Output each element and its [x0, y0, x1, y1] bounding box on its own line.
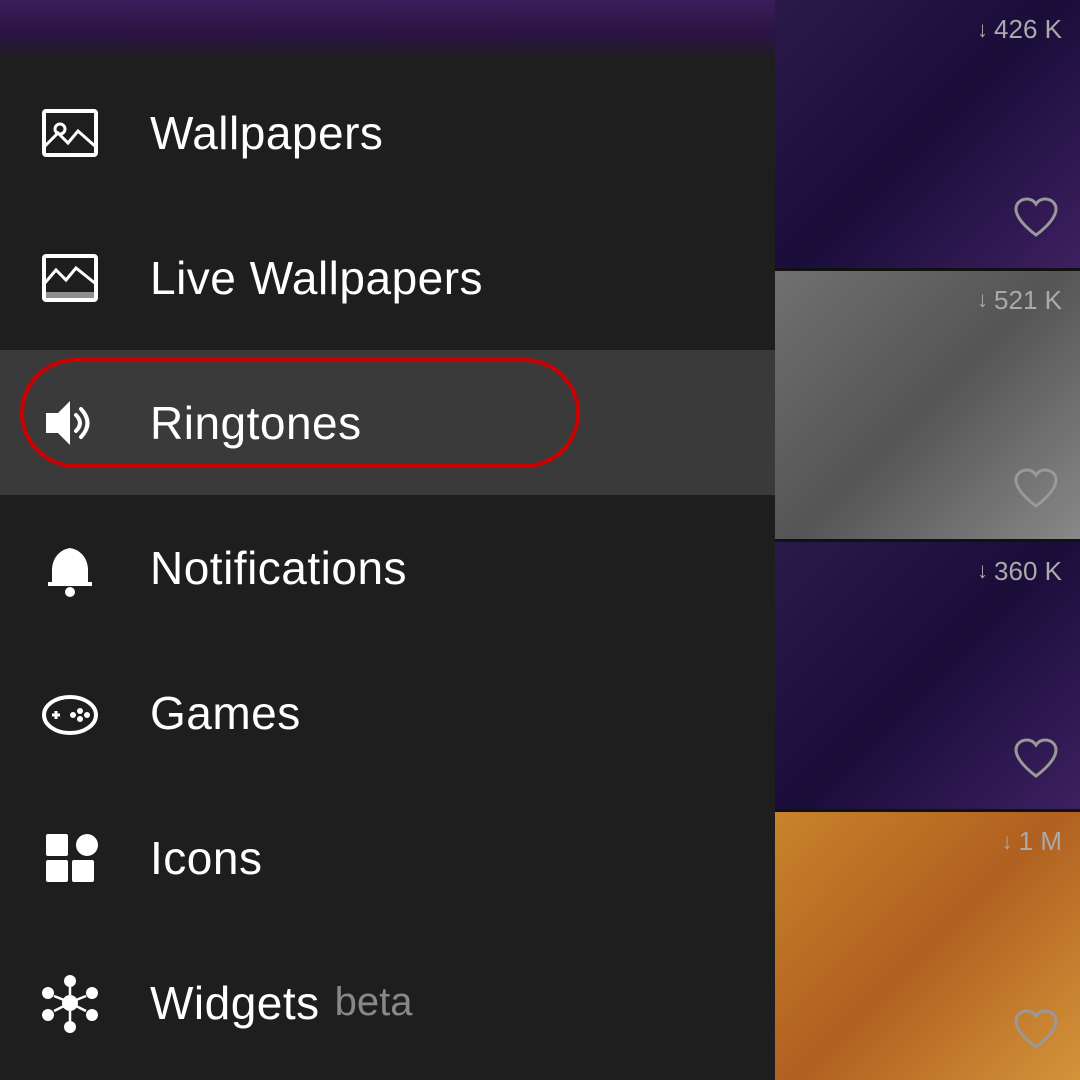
sidebar-item-games[interactable]: Games: [0, 640, 775, 785]
content-panel: ↓ 426 K ↓ 521 K: [775, 0, 1080, 1080]
menu-panel: Wallpapers Live Wallpapers: [0, 0, 775, 1080]
games-label: Games: [150, 686, 301, 740]
download-count-1: ↓ 426 K: [977, 14, 1062, 45]
games-icon: [40, 683, 120, 743]
ringtones-label: Ringtones: [150, 396, 362, 450]
sidebar-item-notifications[interactable]: Notifications: [0, 495, 775, 640]
live-wallpapers-label: Live Wallpapers: [150, 251, 483, 305]
download-count-3: ↓ 360 K: [977, 556, 1062, 587]
sidebar-item-wallpapers[interactable]: Wallpapers: [0, 60, 775, 205]
menu-top-background: [0, 0, 775, 60]
heart-icon-4[interactable]: [1010, 1005, 1062, 1062]
wallpapers-label: Wallpapers: [150, 106, 383, 160]
download-arrow-3: ↓: [977, 558, 988, 584]
notifications-label: Notifications: [150, 541, 407, 595]
menu-items-list: Wallpapers Live Wallpapers: [0, 60, 775, 1080]
download-count-2: ↓ 521 K: [977, 285, 1062, 316]
widgets-beta-badge: beta: [335, 980, 413, 1025]
sidebar-item-widgets[interactable]: Widgets beta: [0, 930, 775, 1075]
sidebar-item-icons[interactable]: Icons: [0, 785, 775, 930]
widgets-icon: [40, 973, 120, 1033]
sidebar-item-ringtones[interactable]: Ringtones: [0, 350, 775, 495]
download-arrow-1: ↓: [977, 17, 988, 43]
content-card-2[interactable]: ↓ 521 K: [775, 271, 1080, 539]
notification-icon: [40, 538, 120, 598]
icons-label: Icons: [150, 831, 262, 885]
live-wallpaper-icon: [40, 248, 120, 308]
icons-menu-icon: [40, 828, 120, 888]
download-arrow-4: ↓: [1002, 829, 1013, 855]
ringtone-icon: [40, 393, 120, 453]
heart-icon-3[interactable]: [1010, 734, 1062, 791]
content-card-3[interactable]: ↓ 360 K: [775, 542, 1080, 810]
app-layout: Wallpapers Live Wallpapers: [0, 0, 1080, 1080]
heart-icon-1[interactable]: [1010, 193, 1062, 250]
download-count-4: ↓ 1 M: [1002, 826, 1062, 857]
sidebar-item-live-wallpapers[interactable]: Live Wallpapers: [0, 205, 775, 350]
content-card-1[interactable]: ↓ 426 K: [775, 0, 1080, 268]
widgets-label: Widgets: [150, 976, 320, 1030]
wallpaper-icon: [40, 103, 120, 163]
download-arrow-2: ↓: [977, 287, 988, 313]
content-card-4[interactable]: ↓ 1 M: [775, 812, 1080, 1080]
heart-icon-2[interactable]: [1010, 464, 1062, 521]
